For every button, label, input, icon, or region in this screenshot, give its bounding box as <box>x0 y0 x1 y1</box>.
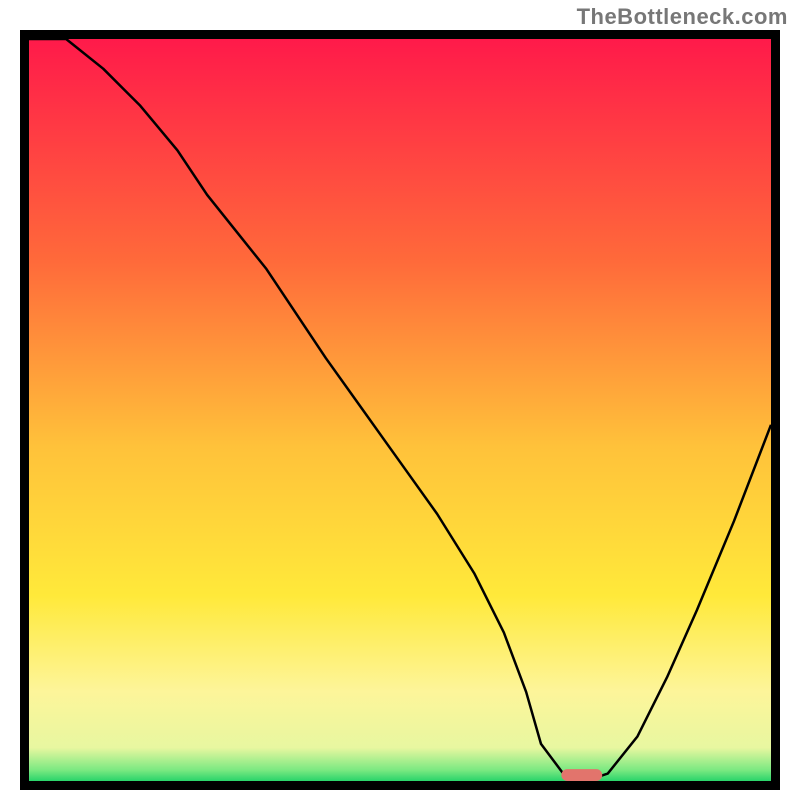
gradient-background <box>29 39 771 781</box>
watermark-text: TheBottleneck.com <box>577 4 788 30</box>
bottleneck-chart <box>0 0 800 800</box>
optimal-marker <box>561 769 602 781</box>
chart-container: TheBottleneck.com <box>0 0 800 800</box>
